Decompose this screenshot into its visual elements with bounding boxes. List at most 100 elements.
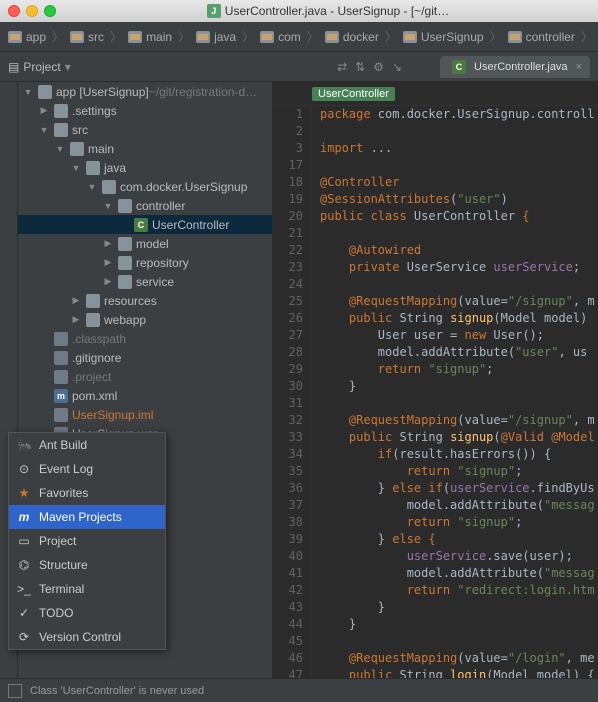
line-number[interactable]: 45: [272, 633, 303, 650]
popup-item[interactable]: ⊙Event Log: [9, 457, 165, 481]
toolbar-icon[interactable]: ⚙: [373, 60, 384, 74]
line-number[interactable]: 2: [272, 123, 303, 140]
tree-row[interactable]: ▶model: [18, 234, 272, 253]
code-line[interactable]: public String signup(@Valid @Model: [320, 429, 598, 446]
gutter[interactable]: 1231718192021222324252627282930313233343…: [272, 106, 312, 678]
tree-twisty-icon[interactable]: ▶: [102, 238, 114, 249]
line-number[interactable]: 43: [272, 599, 303, 616]
code-line[interactable]: @Autowired: [320, 242, 598, 259]
code-line[interactable]: [320, 395, 598, 412]
breadcrumb-item[interactable]: main: [124, 30, 176, 44]
line-number[interactable]: 37: [272, 497, 303, 514]
line-number[interactable]: 32: [272, 412, 303, 429]
line-number[interactable]: 18: [272, 174, 303, 191]
tree-row[interactable]: ▼main: [18, 139, 272, 158]
code-content[interactable]: package com.docker.UserSignup.controllim…: [312, 106, 598, 678]
breadcrumb-item[interactable]: src: [66, 30, 108, 44]
code-line[interactable]: User user = new User();: [320, 327, 598, 344]
code-line[interactable]: return "signup";: [320, 361, 598, 378]
line-number[interactable]: 33: [272, 429, 303, 446]
code-line[interactable]: [320, 276, 598, 293]
breadcrumb-item[interactable]: java: [192, 30, 240, 44]
tree-twisty-icon[interactable]: ▶: [38, 105, 50, 116]
line-number[interactable]: 19: [272, 191, 303, 208]
line-number[interactable]: 34: [272, 446, 303, 463]
tree-row[interactable]: ▶.settings: [18, 101, 272, 120]
code-line[interactable]: private UserService userService;: [320, 259, 598, 276]
breadcrumb-item[interactable]: com: [256, 30, 305, 44]
tree-twisty-icon[interactable]: ▼: [38, 125, 50, 135]
tree-row[interactable]: .classpath: [18, 329, 272, 348]
line-number[interactable]: 41: [272, 565, 303, 582]
code-line[interactable]: @SessionAttributes("user"): [320, 191, 598, 208]
zoom-window-button[interactable]: [44, 5, 56, 17]
breadcrumb-item[interactable]: controller: [504, 30, 579, 44]
tree-row[interactable]: ▼src: [18, 120, 272, 139]
code-line[interactable]: [320, 225, 598, 242]
tree-twisty-icon[interactable]: ▼: [102, 201, 114, 211]
tree-row[interactable]: ▼com.docker.UserSignup: [18, 177, 272, 196]
code-line[interactable]: @RequestMapping(value="/signup", m: [320, 293, 598, 310]
code-line[interactable]: }: [320, 378, 598, 395]
line-number[interactable]: 40: [272, 548, 303, 565]
popup-item[interactable]: 🐜Ant Build: [9, 433, 165, 457]
tool-window-toggle-icon[interactable]: [8, 684, 22, 698]
popup-item[interactable]: ✓TODO: [9, 601, 165, 625]
tool-windows-popup[interactable]: 🐜Ant Build⊙Event Log★FavoritesmMaven Pro…: [8, 432, 166, 650]
code-line[interactable]: return "signup";: [320, 514, 598, 531]
breadcrumb-item[interactable]: app: [4, 30, 50, 44]
tree-twisty-icon[interactable]: ▶: [102, 257, 114, 268]
tree-row[interactable]: mpom.xml: [18, 386, 272, 405]
code-line[interactable]: @Controller: [320, 174, 598, 191]
tree-twisty-icon[interactable]: ▼: [22, 87, 34, 97]
toolbar-icon[interactable]: ↘: [392, 60, 402, 74]
line-number[interactable]: 47: [272, 667, 303, 678]
tree-twisty-icon[interactable]: ▼: [54, 144, 66, 154]
tree-row[interactable]: ▶webapp: [18, 310, 272, 329]
code-line[interactable]: package com.docker.UserSignup.controll: [320, 106, 598, 123]
code-line[interactable]: [320, 157, 598, 174]
code-line[interactable]: public String signup(Model model): [320, 310, 598, 327]
line-number[interactable]: 17: [272, 157, 303, 174]
line-number[interactable]: 26: [272, 310, 303, 327]
line-number[interactable]: 35: [272, 463, 303, 480]
class-crumb[interactable]: UserController: [312, 87, 395, 101]
line-number[interactable]: 29: [272, 361, 303, 378]
popup-item[interactable]: ▭Project: [9, 529, 165, 553]
tree-twisty-icon[interactable]: ▼: [70, 163, 82, 173]
tree-row[interactable]: CUserController: [18, 215, 272, 234]
code-line[interactable]: @RequestMapping(value="/signup", m: [320, 412, 598, 429]
chevron-down-icon[interactable]: ▾: [65, 60, 71, 74]
editor[interactable]: UserController 1231718192021222324252627…: [272, 82, 598, 678]
breadcrumb-item[interactable]: UserSignup: [399, 30, 488, 44]
popup-item[interactable]: ⌬Structure: [9, 553, 165, 577]
code-line[interactable]: model.addAttribute("messag: [320, 497, 598, 514]
code-line[interactable]: return "signup";: [320, 463, 598, 480]
code-line[interactable]: } else if(userService.findByUs: [320, 480, 598, 497]
line-number[interactable]: 24: [272, 276, 303, 293]
tree-row[interactable]: ▼app [UserSignup] ~/git/registration-d…: [18, 82, 272, 101]
minimize-window-button[interactable]: [26, 5, 38, 17]
popup-item[interactable]: ★Favorites: [9, 481, 165, 505]
code-line[interactable]: @RequestMapping(value="/login", me: [320, 650, 598, 667]
line-number[interactable]: 36: [272, 480, 303, 497]
popup-item[interactable]: mMaven Projects: [9, 505, 165, 529]
line-number[interactable]: 39: [272, 531, 303, 548]
tree-row[interactable]: ▼java: [18, 158, 272, 177]
line-number[interactable]: 31: [272, 395, 303, 412]
toolbar-icon[interactable]: ⇅: [355, 60, 365, 74]
tree-row[interactable]: ▶service: [18, 272, 272, 291]
line-number[interactable]: 38: [272, 514, 303, 531]
line-number[interactable]: 23: [272, 259, 303, 276]
tree-twisty-icon[interactable]: ▶: [70, 314, 82, 325]
line-number[interactable]: 1: [272, 106, 303, 123]
code-line[interactable]: model.addAttribute("messag: [320, 565, 598, 582]
code-line[interactable]: model.addAttribute("user", us: [320, 344, 598, 361]
tree-twisty-icon[interactable]: ▶: [70, 295, 82, 306]
line-number[interactable]: 21: [272, 225, 303, 242]
line-number[interactable]: 20: [272, 208, 303, 225]
project-tool-label[interactable]: Project: [23, 60, 60, 74]
tree-row[interactable]: UserSignup.iml: [18, 405, 272, 424]
code-line[interactable]: } else {: [320, 531, 598, 548]
code-line[interactable]: [320, 123, 598, 140]
